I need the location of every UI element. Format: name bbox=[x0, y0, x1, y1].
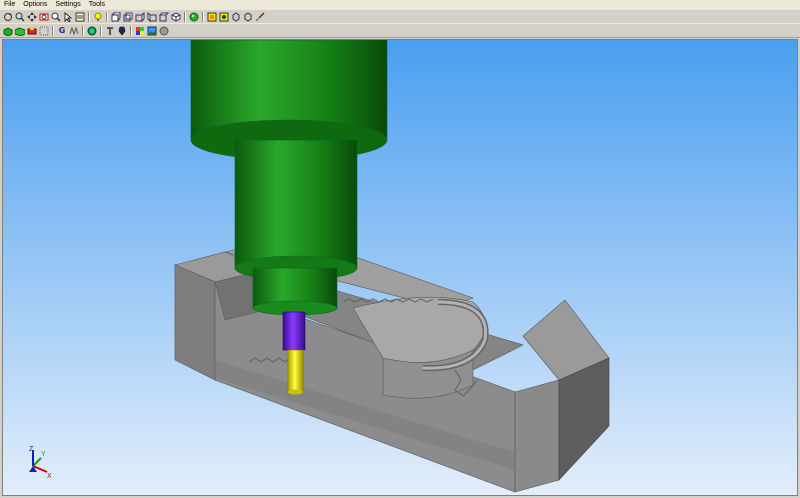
stock-green-icon[interactable] bbox=[3, 26, 13, 36]
view-left-icon[interactable] bbox=[135, 11, 145, 22]
toolbar-separator bbox=[82, 25, 84, 36]
tool-holder bbox=[282, 311, 306, 351]
toolbar-separator bbox=[88, 11, 90, 22]
fixture-icon[interactable] bbox=[27, 26, 37, 36]
view-right-icon[interactable] bbox=[147, 11, 157, 22]
tool-holder-icon[interactable] bbox=[105, 26, 115, 36]
simulation-scene: X Y Z bbox=[3, 40, 797, 495]
menu-options[interactable]: Options bbox=[19, 0, 51, 10]
view-top-icon[interactable] bbox=[159, 12, 169, 22]
select-icon[interactable] bbox=[63, 11, 73, 22]
color-icon[interactable] bbox=[135, 26, 145, 36]
toolbar-separator bbox=[100, 25, 102, 36]
light-bulb-icon[interactable] bbox=[93, 12, 103, 22]
simulation-toolbar: G bbox=[0, 24, 800, 38]
gcode-icon[interactable]: G bbox=[57, 26, 67, 36]
view-iso-icon[interactable] bbox=[171, 11, 181, 22]
menu-bar: File Options Settings Tools bbox=[0, 0, 800, 10]
sphere-icon[interactable] bbox=[159, 26, 169, 36]
pan-icon[interactable] bbox=[27, 11, 37, 22]
axis-z-label: Z bbox=[29, 446, 34, 453]
view-toolbar bbox=[0, 10, 800, 24]
cutting-tool bbox=[287, 349, 304, 395]
zoom-window-icon[interactable] bbox=[15, 12, 25, 22]
target-icon[interactable] bbox=[87, 26, 97, 36]
axis-x-label: X bbox=[47, 473, 52, 480]
view-front-icon[interactable] bbox=[111, 11, 121, 22]
image-icon[interactable] bbox=[147, 26, 157, 36]
layers-icon[interactable] bbox=[75, 12, 85, 22]
part-green-icon[interactable] bbox=[15, 26, 25, 36]
menu-file[interactable]: File bbox=[0, 0, 19, 10]
toolbar-separator bbox=[202, 11, 204, 22]
toolbar-separator bbox=[184, 11, 186, 22]
hidden-line-icon[interactable] bbox=[231, 11, 241, 22]
toolbar-separator bbox=[106, 11, 108, 22]
3d-viewport[interactable]: X Y Z bbox=[2, 39, 798, 496]
zoom-icon[interactable] bbox=[51, 12, 61, 22]
rotate-icon[interactable] bbox=[3, 12, 13, 22]
wireframe-icon[interactable] bbox=[219, 12, 229, 22]
toolpath-icon[interactable] bbox=[69, 25, 79, 36]
toolbar-separator bbox=[130, 25, 132, 36]
shaded-icon[interactable] bbox=[207, 12, 217, 22]
tool-icon[interactable] bbox=[117, 26, 127, 36]
machine-icon[interactable] bbox=[39, 26, 49, 36]
menu-tools[interactable]: Tools bbox=[85, 0, 109, 10]
brush-icon[interactable] bbox=[255, 11, 265, 22]
zoom-fit-icon[interactable] bbox=[39, 12, 49, 22]
view-back-icon[interactable] bbox=[123, 12, 133, 22]
menu-settings[interactable]: Settings bbox=[51, 0, 84, 10]
outline-icon[interactable] bbox=[243, 11, 253, 22]
toolbar-separator bbox=[52, 25, 54, 36]
render-sphere-icon[interactable] bbox=[189, 12, 199, 22]
axis-y-label: Y bbox=[41, 451, 46, 458]
